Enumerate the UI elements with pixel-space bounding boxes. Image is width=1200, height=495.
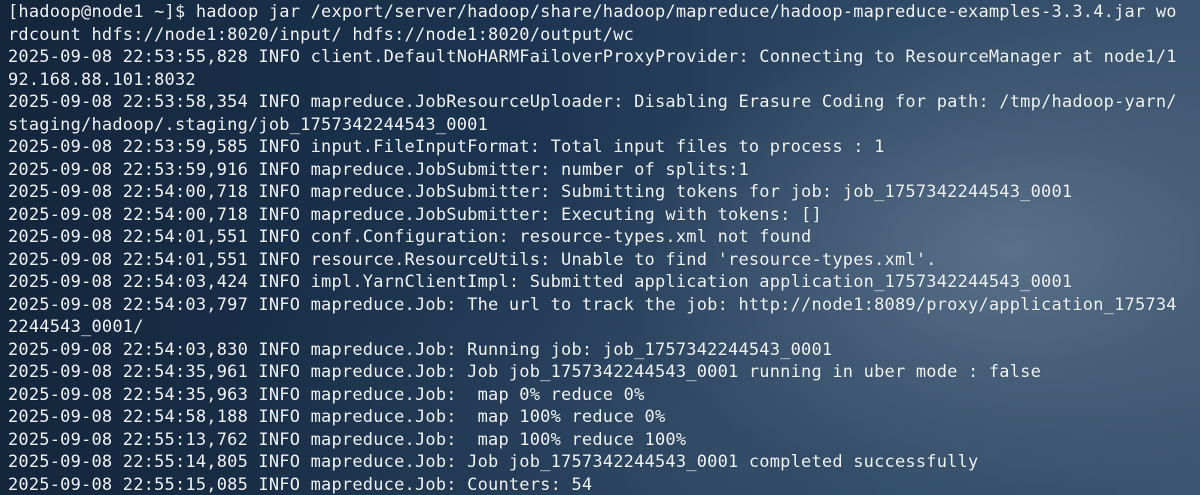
terminal-line: 2025-09-08 22:53:55,828 INFO client.Defa…	[8, 47, 1177, 67]
terminal-line: 2025-09-08 22:54:00,718 INFO mapreduce.J…	[8, 182, 1073, 202]
terminal-line: 2025-09-08 22:54:01,551 INFO conf.Config…	[8, 227, 812, 247]
terminal-line: 92.168.88.101:8032	[8, 69, 196, 90]
terminal-line: 2025-09-08 22:54:58,188 INFO mapreduce.J…	[8, 407, 666, 427]
terminal-window[interactable]: [hadoop@node1 ~]$ hadoop jar /export/ser…	[0, 0, 1200, 495]
terminal-line: 2025-09-08 22:54:03,797 INFO mapreduce.J…	[8, 294, 1177, 315]
terminal-line: 2244543_0001/	[8, 317, 144, 337]
terminal-line: 2025-09-08 22:54:35,961 INFO mapreduce.J…	[8, 362, 1042, 382]
terminal-line: 2025-09-08 22:55:13,762 INFO mapreduce.J…	[8, 429, 687, 450]
terminal-output: [hadoop@node1 ~]$ hadoop jar /export/ser…	[8, 1, 1196, 495]
terminal-line: 2025-09-08 22:54:01,551 INFO resource.Re…	[8, 249, 937, 270]
terminal-line: 2025-09-08 22:54:03,830 INFO mapreduce.J…	[8, 339, 833, 360]
terminal-line-command: [hadoop@node1 ~]$ hadoop jar /export/ser…	[8, 2, 1177, 22]
terminal-line: 2025-09-08 22:53:59,916 INFO mapreduce.J…	[8, 159, 749, 180]
terminal-line: 2025-09-08 22:54:35,963 INFO mapreduce.J…	[8, 384, 645, 405]
terminal-line-command-wrap: rdcount hdfs://node1:8020/input/ hdfs://…	[8, 24, 635, 45]
terminal-line: 2025-09-08 22:55:14,805 INFO mapreduce.J…	[8, 452, 979, 472]
terminal-line: 2025-09-08 22:54:03,424 INFO impl.YarnCl…	[8, 272, 1073, 292]
terminal-line: 2025-09-08 22:54:00,718 INFO mapreduce.J…	[8, 204, 822, 225]
terminal-line: 2025-09-08 22:53:58,354 INFO mapreduce.J…	[8, 92, 1177, 112]
terminal-line: 2025-09-08 22:53:59,585 INFO input.FileI…	[8, 137, 885, 157]
terminal-line: 2025-09-08 22:55:15,085 INFO mapreduce.J…	[8, 474, 593, 495]
terminal-line: staging/hadoop/.staging/job_175734224454…	[8, 114, 489, 135]
